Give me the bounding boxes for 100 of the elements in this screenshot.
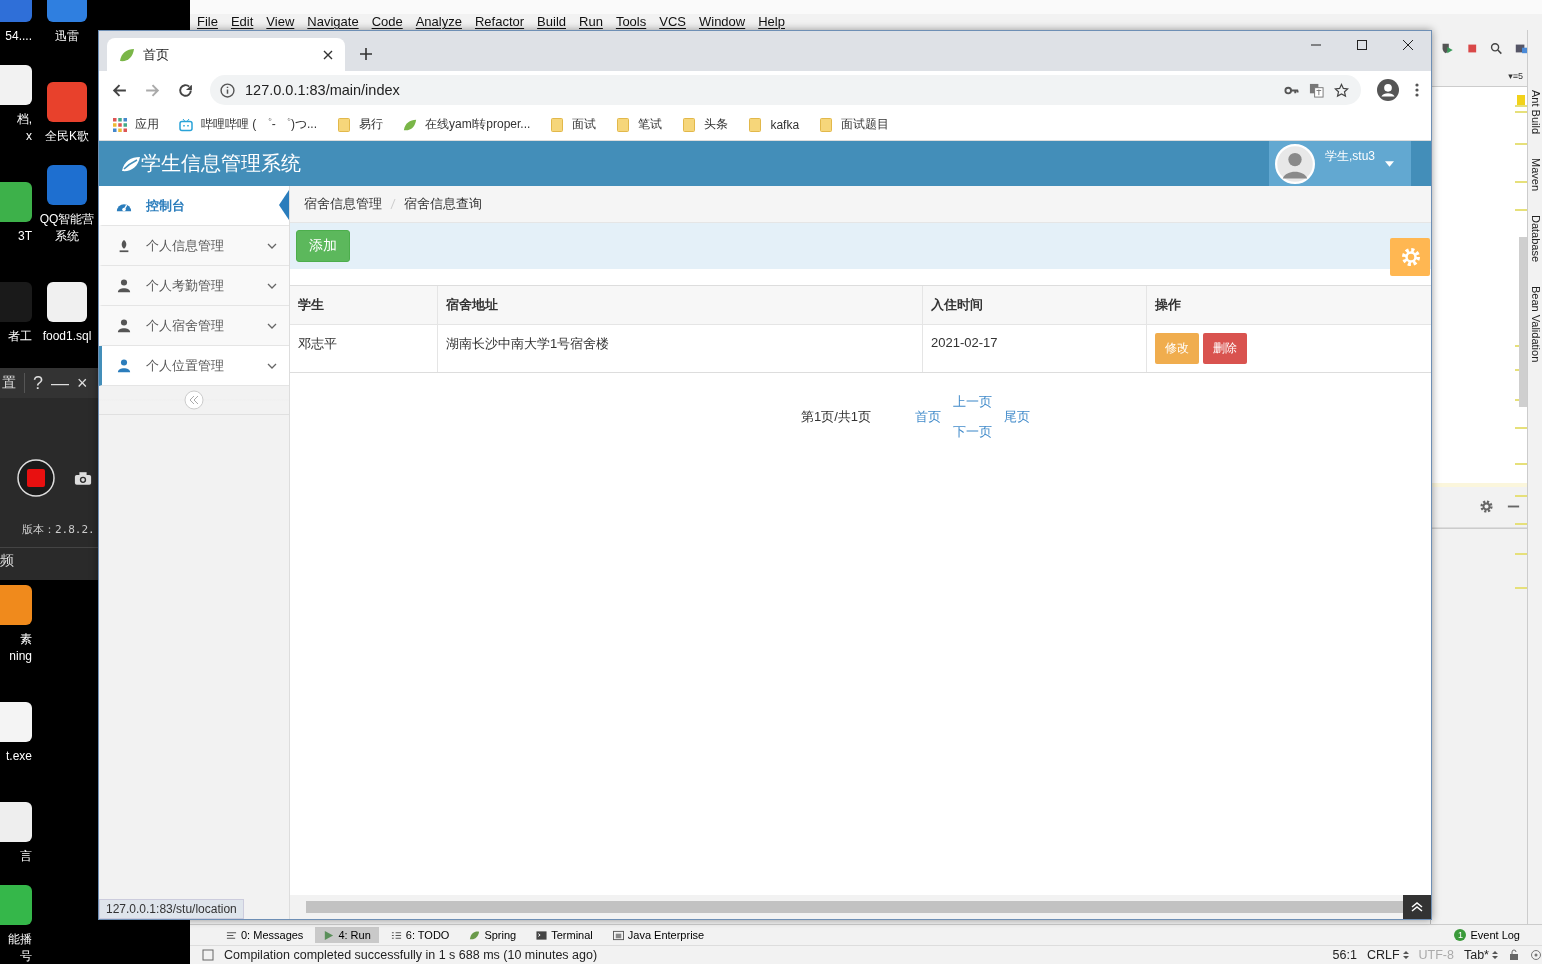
inspector-icon[interactable] xyxy=(1530,949,1542,961)
app-icon[interactable] xyxy=(47,165,87,205)
menu-item[interactable]: Edit xyxy=(230,14,254,30)
sidebar-item[interactable]: 个人位置管理 xyxy=(99,346,289,386)
bookmark[interactable]: 哔哩哔哩 ( ゜- ゜)つ... xyxy=(179,116,317,133)
bookmark[interactable]: 头条 xyxy=(682,116,729,133)
bookmark[interactable]: 应用 xyxy=(113,116,159,133)
reload-icon[interactable] xyxy=(177,81,194,99)
tool-window-tab[interactable]: Ant Build xyxy=(1528,90,1542,135)
sidebar-item[interactable]: 控制台 xyxy=(99,186,289,226)
bookmark[interactable]: 笔试 xyxy=(616,116,663,133)
menu-item[interactable]: Refactor xyxy=(474,14,525,30)
avatar xyxy=(1275,143,1315,184)
panel-toggle-icon[interactable] xyxy=(202,949,214,961)
bookmark[interactable]: 易行 xyxy=(337,116,383,133)
breadcrumb-item[interactable]: 宿舍信息管理 xyxy=(304,195,382,213)
settings-menu[interactable]: 置 xyxy=(2,374,16,392)
record-button[interactable] xyxy=(16,458,56,498)
scrollbar[interactable] xyxy=(1519,237,1527,407)
tool-tab[interactable]: 6: TODO xyxy=(382,927,458,943)
column-header: 宿舍地址 xyxy=(438,286,923,324)
desktop-icon-label: 档, xyxy=(16,111,32,128)
camera-icon[interactable] xyxy=(74,470,92,486)
close-icon[interactable] xyxy=(1402,39,1414,51)
first-page-link[interactable]: 首页 xyxy=(915,408,942,426)
leaf-icon xyxy=(469,929,481,941)
app-icon[interactable] xyxy=(0,585,32,625)
bookmark[interactable]: 在线yaml转proper... xyxy=(403,116,531,133)
menu-item[interactable]: Help xyxy=(758,14,785,30)
star-icon[interactable] xyxy=(1334,82,1349,98)
tv-icon xyxy=(179,117,193,132)
menu-item[interactable]: Window xyxy=(698,14,746,30)
tool-tab[interactable]: Terminal xyxy=(528,927,601,943)
recorder-tab[interactable]: 频 xyxy=(0,552,14,568)
previous-page-link[interactable]: 上一页 xyxy=(953,393,993,411)
menu-item[interactable]: Run xyxy=(579,14,603,30)
info-icon[interactable] xyxy=(220,82,235,98)
tool-window-tab[interactable]: Database xyxy=(1528,215,1542,263)
status-item[interactable]: CRLF xyxy=(1366,948,1409,962)
tool-window-tab[interactable]: Bean Validation xyxy=(1528,286,1542,363)
menu-item[interactable]: Build xyxy=(537,14,566,30)
close-icon[interactable] xyxy=(323,49,333,60)
menu-item[interactable]: Navigate xyxy=(307,14,359,30)
bookmark[interactable]: kafka xyxy=(748,117,800,132)
menu-item[interactable]: File xyxy=(197,14,218,30)
menu-item[interactable]: Analyze xyxy=(415,14,462,30)
menu-item[interactable]: View xyxy=(266,14,295,30)
maximize-icon[interactable] xyxy=(1356,39,1368,51)
app-icon[interactable] xyxy=(47,282,87,322)
close-button[interactable]: × xyxy=(77,372,88,394)
app-icon[interactable] xyxy=(0,885,32,925)
chevron-icon xyxy=(267,242,277,249)
app-icon[interactable] xyxy=(0,702,32,742)
desktop-icon-label: 迅雷 xyxy=(55,28,79,45)
event-log-tab[interactable]: 1 Event Log xyxy=(1454,929,1542,941)
app-icon[interactable] xyxy=(47,82,87,122)
menu-item[interactable]: VCS xyxy=(659,14,686,30)
menu-item[interactable]: Tools xyxy=(615,14,647,30)
tool-tab[interactable]: 0: Messages xyxy=(218,927,312,943)
sidebar-item[interactable]: 个人考勤管理 xyxy=(99,266,289,306)
bookmark[interactable]: 面试题目 xyxy=(819,116,890,133)
structure-selector[interactable]: ▾≡5 xyxy=(1508,71,1523,81)
app-icon[interactable] xyxy=(0,182,32,222)
collapse-button[interactable] xyxy=(184,390,204,410)
scrollbar[interactable] xyxy=(306,901,1403,913)
status-item[interactable]: Tab* xyxy=(1463,948,1498,962)
menu-icon[interactable] xyxy=(1415,82,1419,98)
translate-icon[interactable] xyxy=(1309,82,1324,98)
settings-icon[interactable] xyxy=(1479,499,1494,514)
breadcrumb-item[interactable]: 宿舍信息查询 xyxy=(404,195,482,213)
tool-window-tab[interactable]: Maven xyxy=(1528,158,1542,192)
caret-icon xyxy=(1385,160,1394,167)
tool-tab[interactable]: 4: Run xyxy=(315,927,379,943)
desktop-icon-label: x xyxy=(26,128,32,145)
desktop-icon-label: 者工 xyxy=(8,328,32,345)
scroll-top-button[interactable] xyxy=(1403,895,1431,919)
sidebar-item[interactable]: 个人信息管理 xyxy=(99,226,289,266)
minimize-button[interactable]: — xyxy=(51,372,69,394)
help-button[interactable]: ? xyxy=(33,372,43,394)
bookmark[interactable]: 面试 xyxy=(550,116,597,133)
address-field[interactable]: 127.0.0.1:83/main/index xyxy=(210,75,1361,105)
tool-tab[interactable]: Spring xyxy=(461,927,525,943)
sidebar-item[interactable]: 个人宿舍管理 xyxy=(99,306,289,346)
desktop-icon-label: 号 xyxy=(20,948,32,964)
settings-button[interactable] xyxy=(1389,238,1431,276)
app-icon[interactable] xyxy=(0,802,32,842)
lock-icon[interactable] xyxy=(1508,949,1520,961)
account-icon[interactable] xyxy=(1377,79,1399,101)
delete-button[interactable]: 删除 xyxy=(1203,333,1247,364)
tool-tab[interactable]: Java Enterprise xyxy=(604,927,713,943)
new-tab-icon[interactable] xyxy=(359,47,373,61)
status-item[interactable]: 56:1 xyxy=(1332,948,1357,962)
app-icon[interactable] xyxy=(0,65,32,105)
next-page-link[interactable]: 下一页 xyxy=(953,423,993,441)
last-page-link[interactable]: 尾页 xyxy=(1004,408,1031,426)
menu-item[interactable]: Code xyxy=(371,14,403,30)
user-icon xyxy=(116,358,132,373)
desktop-icon-label: 言 xyxy=(20,848,32,865)
search-icon[interactable] xyxy=(1490,40,1503,56)
browser-tab[interactable]: 首页 xyxy=(107,38,345,71)
